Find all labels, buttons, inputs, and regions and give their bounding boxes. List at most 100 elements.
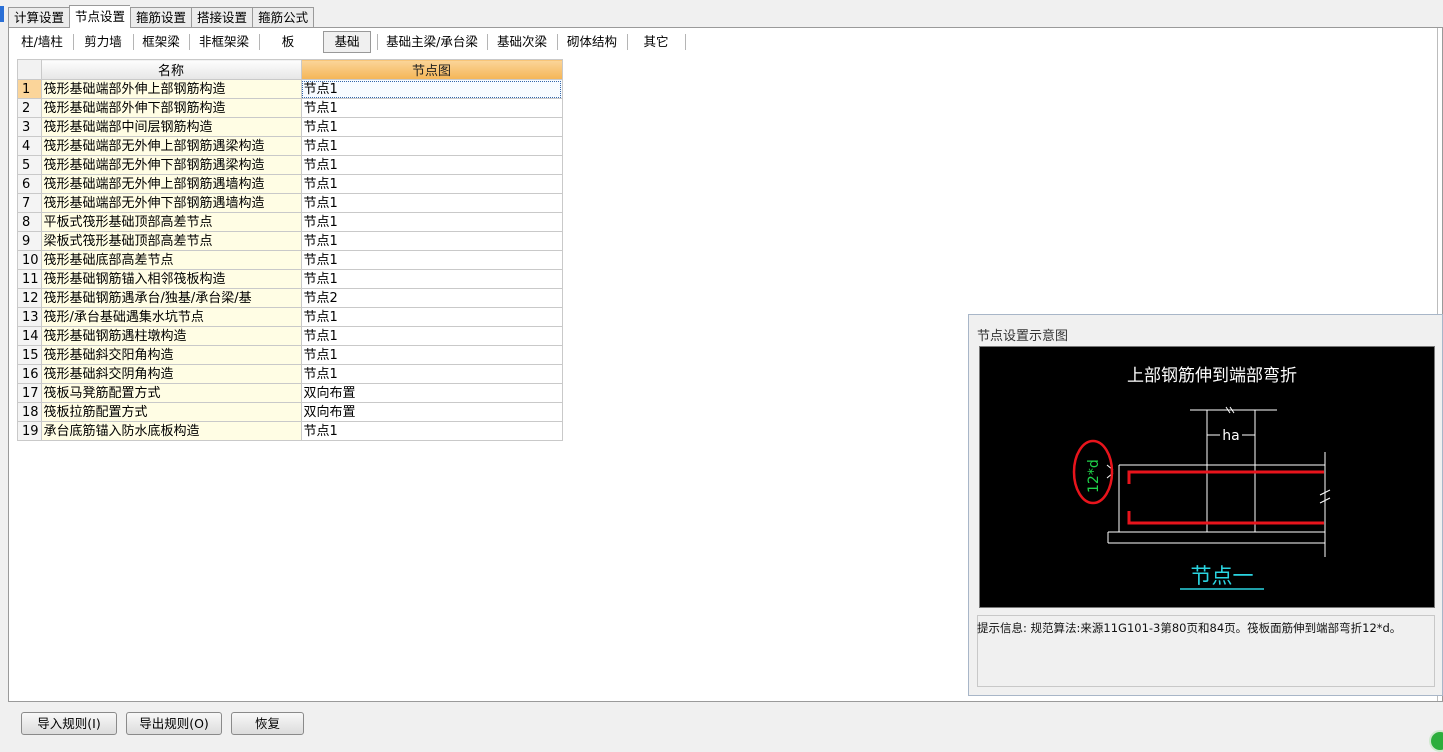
row-node-cell[interactable]: 节点2 <box>300 288 563 308</box>
table-row[interactable]: 2 筏形基础端部外伸下部钢筋构造 节点1 <box>17 98 563 118</box>
subtab-separator <box>189 34 190 50</box>
export-rules-button[interactable]: 导出规则(O) <box>126 712 222 735</box>
component-subtabs: 柱/墙柱 剪力墙 框架梁 非框架梁 板 基础 基础主梁/承台梁 基础次梁 砌体结… <box>9 28 1442 56</box>
row-name-cell[interactable]: 筏形基础端部无外伸下部钢筋遇梁构造 <box>40 155 302 175</box>
row-name-cell[interactable]: 梁板式筏形基础顶部高差节点 <box>40 231 302 251</box>
table-row[interactable]: 17 筏板马凳筋配置方式 双向布置 <box>17 383 563 403</box>
subtab-foundation-main-beam[interactable]: 基础主梁/承台梁 <box>379 31 485 53</box>
table-row[interactable]: 5 筏形基础端部无外伸下部钢筋遇梁构造 节点1 <box>17 155 563 175</box>
row-node-cell[interactable]: 节点1 <box>300 345 563 365</box>
row-name-cell[interactable]: 筏形基础端部无外伸上部钢筋遇墙构造 <box>40 174 302 194</box>
column-header-node[interactable]: 节点图 <box>300 59 563 80</box>
table-row[interactable]: 18 筏板拉筋配置方式 双向布置 <box>17 402 563 422</box>
row-node-cell[interactable]: 双向布置 <box>300 383 563 403</box>
subtab-separator <box>627 34 628 50</box>
row-node-cell[interactable]: 节点1 <box>300 250 563 270</box>
row-node-cell[interactable]: 节点1 <box>300 117 563 137</box>
row-node-cell[interactable]: 节点1 <box>300 174 563 194</box>
row-name-cell[interactable]: 承台底筋锚入防水底板构造 <box>40 421 302 441</box>
subtab-slab[interactable]: 板 <box>261 31 315 53</box>
table-row[interactable]: 4 筏形基础端部无外伸上部钢筋遇梁构造 节点1 <box>17 136 563 156</box>
table-row[interactable]: 1 筏形基础端部外伸上部钢筋构造 节点1 <box>17 79 563 99</box>
subtab-other[interactable]: 其它 <box>629 31 683 53</box>
table-row[interactable]: 12 筏形基础钢筋遇承台/独基/承台梁/基 节点2 <box>17 288 563 308</box>
row-name-cell[interactable]: 筏形基础端部无外伸上部钢筋遇梁构造 <box>40 136 302 156</box>
rebar-diagram: 上部钢筋伸到端部弯折 ha 12*d 节点一 <box>1072 366 1331 590</box>
row-name-cell[interactable]: 筏形基础端部中间层钢筋构造 <box>40 117 302 137</box>
row-name-cell[interactable]: 筏形基础钢筋锚入相邻筏板构造 <box>40 269 302 289</box>
subtab-masonry[interactable]: 砌体结构 <box>559 31 625 53</box>
settings-tabbar: 计算设置 节点设置 箍筋设置 搭接设置 箍筋公式 <box>8 5 315 28</box>
row-node-cell[interactable]: 节点1 <box>300 212 563 232</box>
table-row[interactable]: 8 平板式筏形基础顶部高差节点 节点1 <box>17 212 563 232</box>
row-node-cell[interactable]: 节点1 <box>300 364 563 384</box>
restore-button[interactable]: 恢复 <box>231 712 304 735</box>
row-number: 17 <box>17 383 42 403</box>
subtab-frame-beam[interactable]: 框架梁 <box>135 31 187 53</box>
row-name-cell[interactable]: 筏形基础端部外伸上部钢筋构造 <box>40 79 302 99</box>
subtab-foundation-secondary-beam[interactable]: 基础次梁 <box>489 31 555 53</box>
row-name-cell[interactable]: 筏形基础斜交阳角构造 <box>40 345 302 365</box>
subtab-foundation[interactable]: 基础 <box>323 31 371 53</box>
row-name-cell[interactable]: 筏形基础端部外伸下部钢筋构造 <box>40 98 302 118</box>
preview-title: 节点设置示意图 <box>977 329 1069 344</box>
node-caption: 节点一 <box>1191 564 1254 588</box>
tab-node-settings[interactable]: 节点设置 <box>69 5 131 28</box>
tab-stirrup-settings[interactable]: 箍筋设置 <box>130 7 192 28</box>
subtab-shear-wall[interactable]: 剪力墙 <box>75 31 131 53</box>
row-number: 16 <box>17 364 42 384</box>
node-settings-table: 名称 节点图 1 筏形基础端部外伸上部钢筋构造 节点1 2 筏形基础端部外伸下部钢筋构… <box>17 59 563 441</box>
table-row[interactable]: 15 筏形基础斜交阳角构造 节点1 <box>17 345 563 365</box>
table-row[interactable]: 14 筏形基础钢筋遇柱墩构造 节点1 <box>17 326 563 346</box>
subtab-separator <box>133 34 134 50</box>
row-name-cell[interactable]: 筏板马凳筋配置方式 <box>40 383 302 403</box>
row-node-cell[interactable]: 节点1 <box>300 326 563 346</box>
row-node-cell[interactable]: 节点1 <box>300 79 563 99</box>
row-node-cell[interactable]: 节点1 <box>300 155 563 175</box>
app-status-icon <box>1429 730 1443 752</box>
table-row[interactable]: 13 筏形/承台基础遇集水坑节点 节点1 <box>17 307 563 327</box>
row-node-cell[interactable]: 节点1 <box>300 193 563 213</box>
row-node-cell[interactable]: 节点1 <box>300 98 563 118</box>
table-row[interactable]: 10 筏形基础底部高差节点 节点1 <box>17 250 563 270</box>
tab-calc-settings[interactable]: 计算设置 <box>8 7 70 28</box>
table-row[interactable]: 16 筏形基础斜交阴角构造 节点1 <box>17 364 563 384</box>
row-number: 19 <box>17 421 42 441</box>
row-node-cell[interactable]: 节点1 <box>300 231 563 251</box>
label-ha: ha <box>1222 428 1239 444</box>
row-node-cell[interactable]: 节点1 <box>300 421 563 441</box>
row-name-cell[interactable]: 筏板拉筋配置方式 <box>40 402 302 422</box>
table-row[interactable]: 11 筏形基础钢筋锚入相邻筏板构造 节点1 <box>17 269 563 289</box>
row-number: 6 <box>17 174 42 194</box>
row-number-header <box>17 59 42 80</box>
row-name-cell[interactable]: 筏形基础斜交阴角构造 <box>40 364 302 384</box>
row-node-cell[interactable]: 节点1 <box>300 307 563 327</box>
table-row[interactable]: 9 梁板式筏形基础顶部高差节点 节点1 <box>17 231 563 251</box>
subtab-separator <box>377 34 378 50</box>
table-row[interactable]: 6 筏形基础端部无外伸上部钢筋遇墙构造 节点1 <box>17 174 563 194</box>
slab-outline <box>1106 406 1331 557</box>
row-number: 18 <box>17 402 42 422</box>
row-name-cell[interactable]: 筏形基础底部高差节点 <box>40 250 302 270</box>
tab-stirrup-formula[interactable]: 箍筋公式 <box>252 7 315 28</box>
row-name-cell[interactable]: 筏形基础钢筋遇承台/独基/承台梁/基 <box>40 288 302 308</box>
row-number: 11 <box>17 269 42 289</box>
row-name-cell[interactable]: 筏形基础钢筋遇柱墩构造 <box>40 326 302 346</box>
column-header-name[interactable]: 名称 <box>40 59 302 80</box>
hint-text: 提示信息: 规范算法:来源11G101-3第80页和84页。筏板面筋伸到端部弯折… <box>977 621 1402 635</box>
subtab-column-wallcolumn[interactable]: 柱/墙柱 <box>13 31 71 53</box>
table-row[interactable]: 7 筏形基础端部无外伸下部钢筋遇墙构造 节点1 <box>17 193 563 213</box>
row-number: 8 <box>17 212 42 232</box>
import-rules-button[interactable]: 导入规则(I) <box>21 712 117 735</box>
row-node-cell[interactable]: 双向布置 <box>300 402 563 422</box>
tab-lap-settings[interactable]: 搭接设置 <box>191 7 253 28</box>
table-row[interactable]: 19 承台底筋锚入防水底板构造 节点1 <box>17 421 563 441</box>
row-node-cell[interactable]: 节点1 <box>300 269 563 289</box>
row-name-cell[interactable]: 平板式筏形基础顶部高差节点 <box>40 212 302 232</box>
row-number: 10 <box>17 250 42 270</box>
subtab-nonframe-beam[interactable]: 非框架梁 <box>191 31 257 53</box>
row-name-cell[interactable]: 筏形/承台基础遇集水坑节点 <box>40 307 302 327</box>
row-node-cell[interactable]: 节点1 <box>300 136 563 156</box>
row-name-cell[interactable]: 筏形基础端部无外伸下部钢筋遇墙构造 <box>40 193 302 213</box>
table-row[interactable]: 3 筏形基础端部中间层钢筋构造 节点1 <box>17 117 563 137</box>
